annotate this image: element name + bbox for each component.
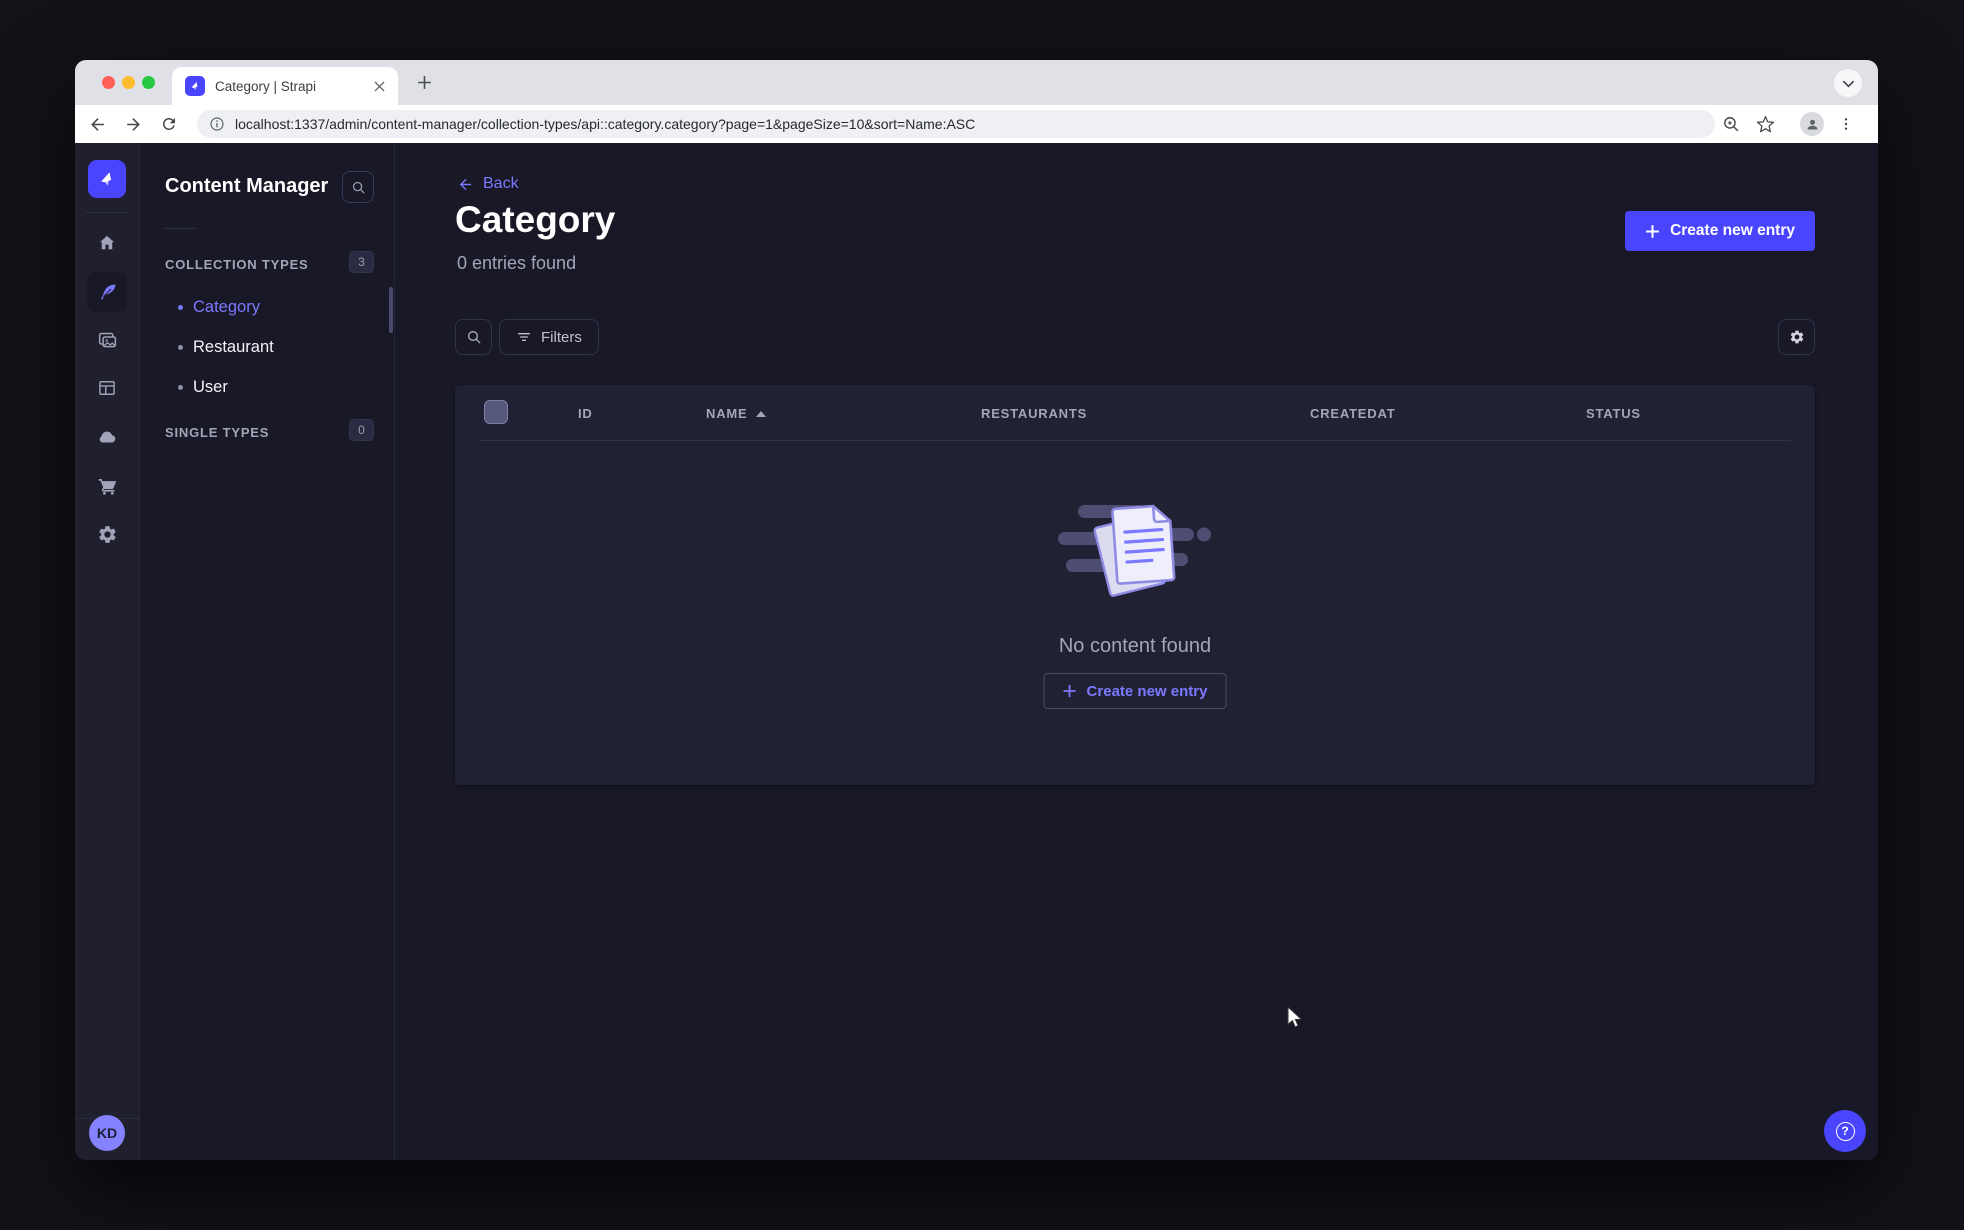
minimize-window-button[interactable]	[122, 76, 135, 89]
create-new-entry-button[interactable]: Create new entry	[1625, 211, 1815, 251]
filter-icon	[518, 333, 530, 341]
single-types-count-badge: 0	[349, 419, 374, 441]
empty-create-new-entry-button[interactable]: Create new entry	[1043, 673, 1227, 709]
search-icon	[467, 331, 480, 344]
plus-icon	[1063, 685, 1076, 697]
cloud-icon	[99, 431, 116, 443]
mouse-cursor	[1287, 1005, 1303, 1028]
images-icon	[98, 332, 116, 347]
strapi-logo[interactable]	[88, 160, 126, 198]
main-nav-rail: KD	[75, 143, 140, 1160]
single-types-label: SINGLE TYPES	[165, 425, 270, 440]
collection-types-count-badge: 3	[349, 251, 374, 273]
url-bar[interactable]: localhost:1337/admin/content-manager/col…	[197, 110, 1715, 138]
sidebar-item-settings[interactable]	[87, 514, 127, 554]
home-icon	[99, 235, 115, 250]
page-title: Category	[455, 199, 616, 240]
reload-icon[interactable]	[155, 110, 183, 138]
bullet-icon	[178, 384, 183, 390]
site-info-icon[interactable]	[209, 116, 225, 132]
browser-window: Category | Strapi localhost:1337/admin/c…	[75, 60, 1878, 1160]
layout-icon	[99, 381, 115, 395]
bookmark-star-icon[interactable]	[1751, 110, 1779, 138]
no-content-illustration	[1058, 504, 1211, 597]
no-content-message: No content found	[1058, 635, 1212, 657]
subnav-item-user[interactable]: User	[140, 367, 395, 407]
back-arrow-icon	[459, 178, 472, 190]
subnav-item-restaurant[interactable]: Restaurant	[140, 327, 395, 367]
column-header-name[interactable]: NAME	[706, 406, 767, 421]
sidebar-item-home[interactable]	[87, 223, 127, 263]
fullscreen-window-button[interactable]	[142, 76, 155, 89]
back-navigation-icon[interactable]	[83, 110, 111, 138]
collection-types-label: COLLECTION TYPES	[165, 257, 309, 272]
bullet-icon	[178, 304, 183, 310]
column-header-status[interactable]: STATUS	[1586, 406, 1641, 421]
gear-icon	[98, 525, 116, 543]
column-header-restaurants[interactable]: RESTAURANTS	[981, 406, 1087, 421]
tab-close-icon[interactable]	[371, 78, 388, 95]
select-all-checkbox[interactable]	[484, 400, 508, 424]
browser-tab[interactable]: Category | Strapi	[172, 67, 398, 105]
bullet-icon	[178, 344, 183, 350]
subnav-item-category[interactable]: Category	[140, 287, 395, 327]
table-header-divider	[479, 440, 1791, 441]
forward-navigation-icon[interactable]	[119, 110, 147, 138]
tab-strip: Category | Strapi	[75, 60, 1878, 105]
zoom-icon[interactable]	[1717, 110, 1745, 138]
entries-count: 0 entries found	[457, 253, 577, 273]
sort-ascending-icon	[756, 410, 767, 417]
entries-table: ID NAME RESTAURANTS CREATEDAT STATUS No …	[455, 385, 1815, 785]
sidebar-item-marketplace[interactable]	[87, 465, 127, 505]
help-button[interactable]: ?	[1824, 1110, 1866, 1152]
view-settings-button[interactable]	[1778, 319, 1815, 355]
question-mark-icon: ?	[1835, 1121, 1855, 1141]
user-avatar[interactable]: KD	[89, 1115, 125, 1151]
subnav-search-button[interactable]	[342, 171, 374, 203]
subnav-title: Content Manager	[165, 175, 329, 197]
strapi-admin-page: KD Content Manager COLLECTION TYPES 3 Ca…	[75, 143, 1878, 1160]
tab-search-button[interactable]	[1834, 69, 1862, 97]
feather-pen-icon	[100, 284, 115, 299]
strapi-favicon	[185, 76, 205, 96]
desktop: Category | Strapi localhost:1337/admin/c…	[0, 0, 1964, 1230]
column-header-id[interactable]: ID	[578, 406, 593, 421]
browser-toolbar: localhost:1337/admin/content-manager/col…	[75, 105, 1878, 143]
subnav-scrollbar[interactable]	[389, 287, 393, 333]
column-header-createdat[interactable]: CREATEDAT	[1310, 406, 1395, 421]
search-icon	[352, 181, 364, 193]
sidebar-item-deploy-cloud[interactable]	[87, 417, 127, 457]
subnav-divider	[165, 228, 195, 229]
sidebar-item-media-library[interactable]	[87, 320, 127, 360]
filters-button[interactable]: Filters	[499, 319, 599, 355]
gear-icon	[1790, 330, 1803, 344]
empty-state: No content found Create new entry	[455, 495, 1815, 709]
browser-profile-icon[interactable]	[1798, 110, 1826, 138]
shopping-cart-icon	[98, 478, 116, 495]
tab-title: Category | Strapi	[215, 78, 317, 94]
url-text: localhost:1337/admin/content-manager/col…	[235, 116, 976, 132]
content-manager-subnav: Content Manager COLLECTION TYPES 3 Categ…	[140, 143, 395, 1160]
plus-icon	[1646, 224, 1660, 238]
main-content: Back Category 0 entries found Create new…	[395, 143, 1878, 1160]
sidebar-item-content-type-builder[interactable]	[87, 368, 127, 408]
new-tab-button[interactable]	[415, 73, 434, 92]
back-link[interactable]: Back	[457, 175, 519, 193]
rail-divider	[85, 212, 129, 213]
sidebar-item-content-manager[interactable]	[87, 272, 127, 312]
browser-menu-icon[interactable]	[1832, 110, 1860, 138]
close-window-button[interactable]	[102, 76, 115, 89]
list-search-button[interactable]	[455, 319, 492, 355]
